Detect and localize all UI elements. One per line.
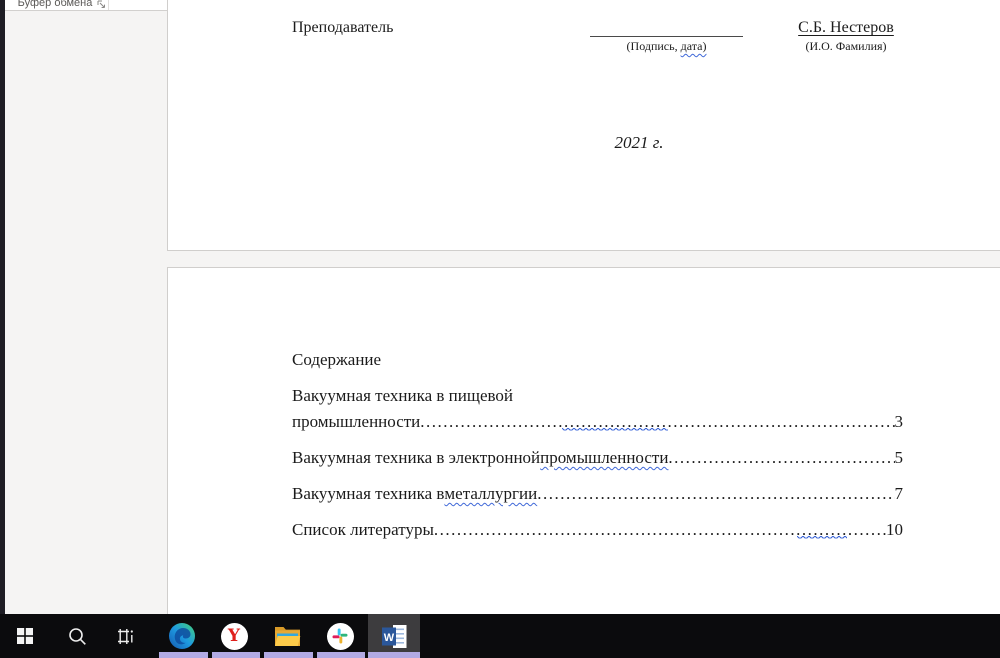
toc-entry-1-title: Вакуумная техника в пищевой bbox=[292, 386, 513, 406]
running-indicator-slack bbox=[317, 652, 365, 658]
search-icon bbox=[68, 627, 87, 646]
toc-entry-3: Вакуумная техника в металлургии ........… bbox=[292, 484, 903, 504]
start-button[interactable] bbox=[1, 614, 49, 658]
toc-entry-2-page-number: 5 bbox=[895, 448, 904, 468]
signature-caption-pre: (Подпись, bbox=[627, 39, 681, 53]
supervisor-name-text: С.Б. Нестеров bbox=[798, 19, 894, 37]
toc-entry-2-title-marked: промышленности bbox=[540, 448, 668, 468]
supervisor-role-text: Преподаватель bbox=[292, 19, 393, 37]
toc-entry-4-page-number: 10 bbox=[886, 520, 903, 540]
taskbar: Y bbox=[0, 614, 1000, 658]
word-icon: W bbox=[381, 624, 408, 649]
year-text: 2021 г. bbox=[575, 133, 703, 153]
toc-entry-3-page-number: 7 bbox=[895, 484, 904, 504]
toc-leader-dots: ........................................… bbox=[537, 484, 894, 504]
toc-entry-3-title: Вакуумная техника в bbox=[292, 484, 444, 504]
name-caption: (И.О. Фамилия) bbox=[796, 39, 896, 54]
screen: Буфер обмена Шрифт Абзац Стили bbox=[0, 0, 1000, 658]
document-page-1[interactable] bbox=[167, 0, 1000, 251]
toc-title: Содержание bbox=[292, 350, 381, 370]
running-indicator-explorer bbox=[264, 652, 313, 658]
signature-blank-line bbox=[590, 36, 743, 37]
running-indicator-edge bbox=[159, 652, 208, 658]
toc-entry-3-title-marked: металлургии bbox=[444, 484, 537, 504]
yandex-letter: Y bbox=[228, 628, 240, 645]
toc-entry-1-page-number: 3 bbox=[895, 412, 904, 432]
running-indicator-word bbox=[368, 652, 420, 658]
task-view-button[interactable] bbox=[101, 614, 149, 658]
document-page-2[interactable] bbox=[167, 267, 1000, 627]
windows-logo-icon bbox=[17, 628, 33, 644]
grammar-squiggle bbox=[562, 428, 668, 432]
toc-entry-2: Вакуумная техника в электронной промышле… bbox=[292, 448, 903, 468]
yandex-browser-icon: Y bbox=[221, 623, 248, 650]
signature-caption: (Подпись, дата) bbox=[590, 39, 743, 54]
toc-entry-2-title: Вакуумная техника в электронной bbox=[292, 448, 540, 468]
microsoft-edge-icon bbox=[168, 622, 196, 650]
grammar-squiggle bbox=[797, 536, 847, 540]
search-button[interactable] bbox=[53, 614, 101, 658]
file-explorer-icon bbox=[274, 625, 301, 648]
running-indicator-yandex bbox=[212, 652, 260, 658]
svg-text:W: W bbox=[383, 632, 394, 644]
toc-entry-4-title: Список литературы bbox=[292, 520, 434, 540]
ribbon-separator bbox=[108, 0, 109, 10]
supervisor-name-block: С.Б. Нестеров bbox=[796, 19, 896, 37]
clipboard-dialog-launcher-icon[interactable] bbox=[97, 0, 106, 9]
signature-caption-marked: дата) bbox=[681, 39, 707, 53]
toc-leader-dots: ........................................… bbox=[668, 448, 894, 468]
ribbon-group-clipboard-label: Буфер обмена bbox=[18, 0, 93, 9]
toc-entry-1-line1: Вакуумная техника в пищевой bbox=[292, 386, 692, 406]
slack-icon bbox=[327, 623, 354, 650]
task-view-icon bbox=[116, 627, 135, 646]
word-window: Буфер обмена Шрифт Абзац Стили bbox=[5, 0, 1000, 614]
toc-entry-1-title-wrap: промышленности bbox=[292, 412, 420, 432]
